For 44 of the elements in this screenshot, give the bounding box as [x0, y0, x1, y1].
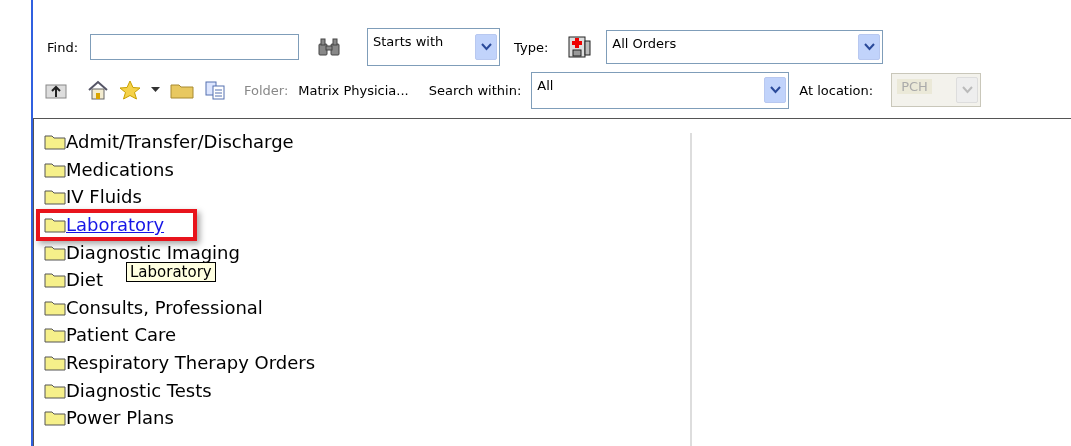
folder-item[interactable]: Respiratory Therapy Orders	[66, 352, 316, 374]
folder-item[interactable]: Consults, Professional	[66, 296, 263, 318]
folder-icon	[44, 326, 66, 344]
home-icon[interactable]	[87, 80, 109, 100]
folder-icon	[44, 354, 66, 372]
search-within-dropdown[interactable]: All	[531, 71, 790, 109]
type-dropdown[interactable]: All Orders	[606, 30, 884, 64]
folder-item[interactable]: Admit/Transfer/Discharge	[66, 131, 294, 153]
folder-item[interactable]: Diet	[66, 269, 103, 291]
search-within-label: Search within:	[428, 82, 522, 98]
caret-icon	[769, 86, 781, 94]
folder-icon	[44, 298, 66, 316]
find-label: Find:	[47, 39, 78, 55]
tooltip: Laboratory	[126, 261, 216, 282]
folder-item[interactable]: IV Fluids	[66, 186, 142, 208]
folder-icon	[44, 409, 66, 427]
folder-icon	[44, 243, 66, 261]
location-label: At location:	[799, 82, 874, 98]
star-icon[interactable]	[119, 80, 141, 100]
type-label: Type:	[514, 39, 549, 55]
folder-label: Folder:	[244, 82, 289, 98]
binoculars-icon[interactable]	[317, 37, 341, 57]
find-field[interactable]	[90, 34, 299, 60]
folder-icon	[44, 216, 66, 234]
caret-icon	[863, 43, 875, 51]
copy-icon[interactable]	[204, 80, 226, 100]
order-sheet-icon	[566, 34, 593, 60]
folder-up-icon[interactable]	[45, 81, 67, 99]
folder-item[interactable]: Diagnostic Imaging	[66, 241, 240, 263]
caret-icon[interactable]	[151, 87, 160, 93]
folder-item[interactable]: Power Plans	[66, 407, 174, 429]
match-dropdown[interactable]: Starts with	[367, 28, 500, 66]
folder-item[interactable]: Diagnostic Tests	[66, 379, 212, 401]
folder-item[interactable]: Laboratory	[66, 214, 165, 236]
folder-path: Matrix Physicia...	[298, 82, 409, 98]
folder-icon	[44, 160, 66, 178]
folder-icon	[44, 188, 66, 206]
folder-icon	[44, 381, 66, 399]
folder-icon	[44, 133, 66, 151]
caret-icon	[480, 43, 492, 51]
caret-icon	[961, 86, 973, 94]
folder-item[interactable]: Patient Care	[66, 324, 177, 346]
folder-item[interactable]: Medications	[66, 158, 174, 180]
folder-icon	[44, 271, 66, 289]
